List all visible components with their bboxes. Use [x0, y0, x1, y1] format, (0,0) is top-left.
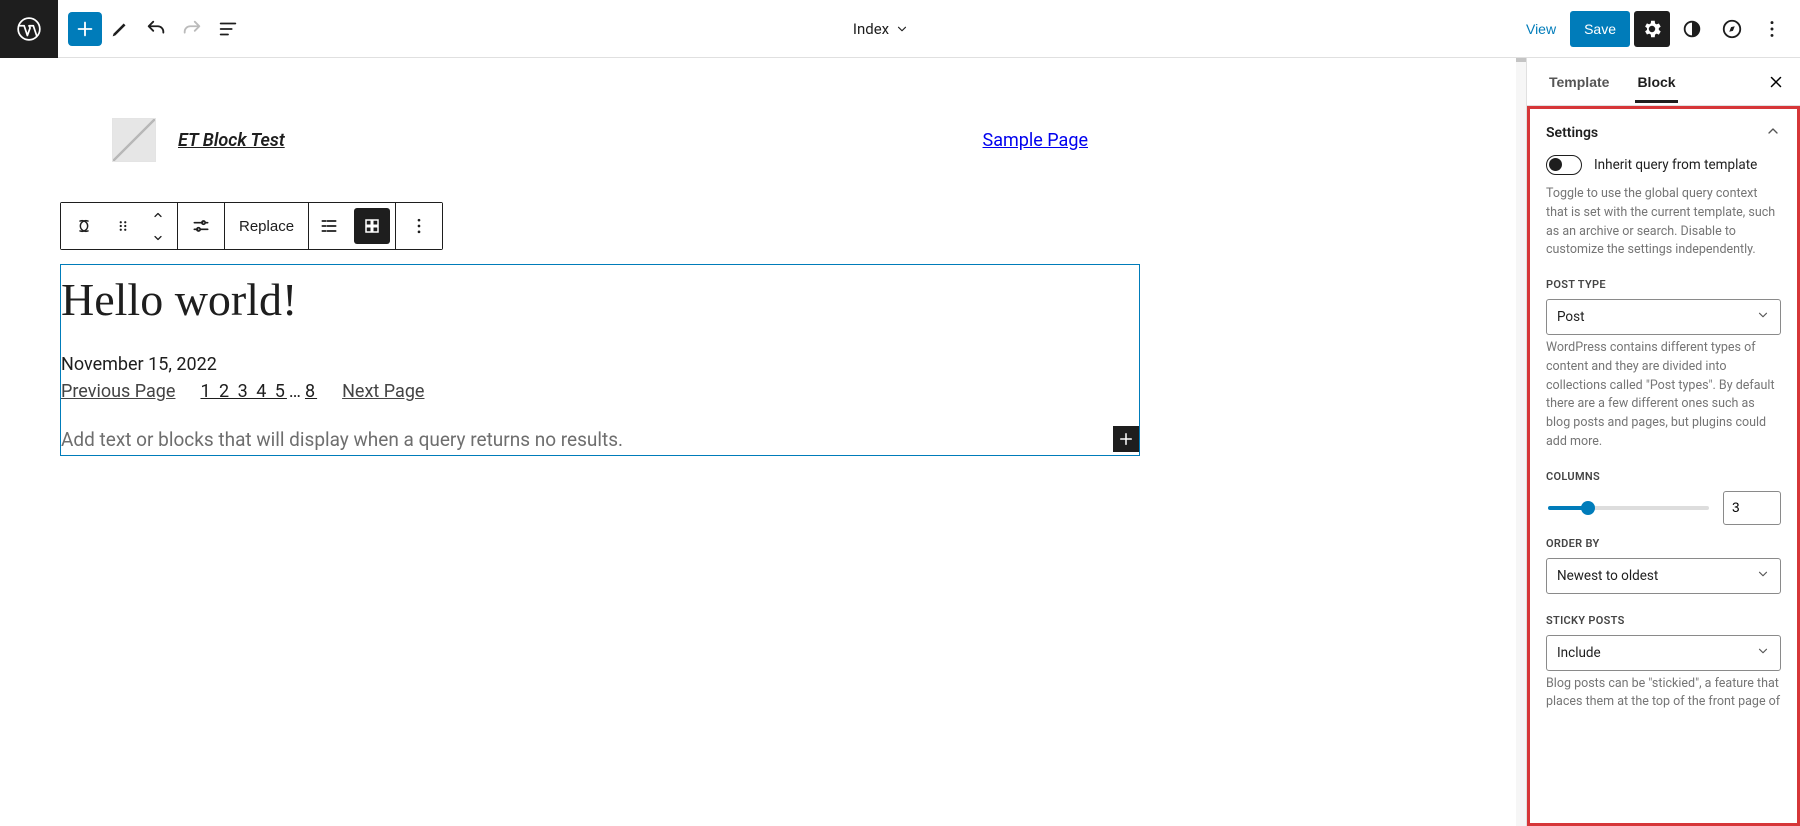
- document-title: Index: [853, 20, 889, 38]
- options-icon: [1761, 18, 1783, 40]
- page-numbers[interactable]: 1 2 3 4 5…8: [199, 381, 318, 402]
- no-results-placeholder[interactable]: Add text or blocks that will display whe…: [61, 422, 623, 455]
- post-type-value: Post: [1557, 309, 1585, 325]
- grid-layout-icon: [363, 217, 381, 235]
- settings-panel-toggle[interactable]: Settings: [1546, 123, 1781, 149]
- chevron-down-icon: [895, 22, 909, 36]
- view-button[interactable]: View: [1516, 11, 1566, 47]
- tools-button[interactable]: [102, 11, 138, 47]
- sliders-icon: [191, 216, 211, 236]
- order-by-select[interactable]: Newest to oldest: [1546, 558, 1781, 594]
- post-type-label: POST TYPE: [1546, 278, 1781, 291]
- redo-button[interactable]: [174, 11, 210, 47]
- plus-icon: [74, 18, 96, 40]
- half-circle-icon: [1681, 18, 1703, 40]
- panel-title: Settings: [1546, 125, 1598, 141]
- undo-button[interactable]: [138, 11, 174, 47]
- query-loop-icon: [73, 215, 95, 237]
- styles-button[interactable]: [1674, 11, 1710, 47]
- chevron-down-icon: [1756, 644, 1770, 662]
- inherit-query-label: Inherit query from template: [1594, 157, 1757, 173]
- inherit-query-toggle[interactable]: [1546, 155, 1582, 175]
- document-title-dropdown[interactable]: Index: [246, 20, 1516, 38]
- drag-handle[interactable]: [107, 203, 139, 249]
- block-more-options[interactable]: [396, 203, 442, 249]
- columns-label: COLUMNS: [1546, 470, 1781, 483]
- block-appender-button[interactable]: [1113, 426, 1139, 452]
- layout-list-button[interactable]: [309, 203, 349, 249]
- canvas-scrollbar[interactable]: [1516, 58, 1526, 826]
- post-date[interactable]: November 15, 2022: [61, 354, 1139, 375]
- block-type-button[interactable]: [61, 203, 107, 249]
- columns-input[interactable]: [1723, 491, 1781, 525]
- order-by-label: ORDER BY: [1546, 537, 1781, 550]
- next-page-link[interactable]: Next Page: [342, 381, 424, 402]
- site-logo-placeholder[interactable]: [112, 118, 156, 162]
- top-toolbar: Index View Save: [0, 0, 1800, 58]
- redo-icon: [181, 18, 203, 40]
- options-icon: [409, 216, 429, 236]
- tab-block[interactable]: Block: [1623, 62, 1689, 102]
- plus-icon: [1117, 430, 1135, 448]
- settings-sidebar: Template Block Settings Inherit query fr…: [1526, 58, 1800, 826]
- list-layout-icon: [319, 216, 339, 236]
- site-header: ET Block Test Sample Page: [60, 114, 1140, 202]
- nav-link-sample-page[interactable]: Sample Page: [983, 130, 1088, 151]
- close-sidebar-button[interactable]: [1760, 66, 1792, 98]
- move-down-button[interactable]: [139, 226, 177, 249]
- wp-logo-button[interactable]: [0, 0, 58, 58]
- pagination: Previous Page 1 2 3 4 5…8 Next Page: [61, 381, 1139, 402]
- sticky-value: Include: [1557, 645, 1601, 661]
- display-settings-button[interactable]: [178, 203, 224, 249]
- undo-icon: [145, 18, 167, 40]
- post-type-help: WordPress contains different types of co…: [1546, 339, 1781, 452]
- chevron-up-icon: [150, 209, 166, 221]
- drag-icon: [114, 217, 132, 235]
- query-loop-block[interactable]: Hello world! November 15, 2022 Previous …: [60, 264, 1140, 456]
- sticky-help: Blog posts can be "stickied", a feature …: [1546, 675, 1781, 713]
- save-button[interactable]: Save: [1570, 11, 1630, 47]
- close-icon: [1767, 73, 1785, 91]
- settings-toggle-button[interactable]: [1634, 11, 1670, 47]
- editor-canvas[interactable]: ET Block Test Sample Page: [0, 58, 1526, 826]
- block-toolbar: Replace: [60, 202, 443, 250]
- replace-button[interactable]: Replace: [225, 203, 308, 249]
- more-options-button[interactable]: [1754, 11, 1790, 47]
- order-by-value: Newest to oldest: [1557, 568, 1658, 584]
- layout-grid-button[interactable]: [354, 208, 390, 244]
- list-view-button[interactable]: [210, 11, 246, 47]
- columns-slider[interactable]: [1548, 506, 1709, 510]
- gear-icon: [1641, 18, 1663, 40]
- chevron-down-icon: [1756, 308, 1770, 326]
- previous-page-link[interactable]: Previous Page: [61, 381, 175, 402]
- wordpress-icon: [16, 16, 42, 42]
- sticky-select[interactable]: Include: [1546, 635, 1781, 671]
- site-title[interactable]: ET Block Test: [178, 130, 285, 151]
- list-view-icon: [217, 18, 239, 40]
- compass-button[interactable]: [1714, 11, 1750, 47]
- inherit-query-help: Toggle to use the global query context t…: [1546, 185, 1781, 260]
- move-up-button[interactable]: [139, 203, 177, 226]
- sticky-label: STICKY POSTS: [1546, 614, 1781, 627]
- pencil-icon: [109, 18, 131, 40]
- add-block-button[interactable]: [68, 12, 102, 46]
- tab-template[interactable]: Template: [1535, 62, 1623, 102]
- compass-icon: [1721, 18, 1743, 40]
- chevron-up-icon: [1765, 123, 1781, 143]
- chevron-down-icon: [1756, 567, 1770, 585]
- post-type-select[interactable]: Post: [1546, 299, 1781, 335]
- chevron-down-icon: [150, 232, 166, 244]
- post-title[interactable]: Hello world!: [61, 273, 1139, 326]
- highlighted-settings-panel: Settings Inherit query from template Tog…: [1527, 106, 1800, 826]
